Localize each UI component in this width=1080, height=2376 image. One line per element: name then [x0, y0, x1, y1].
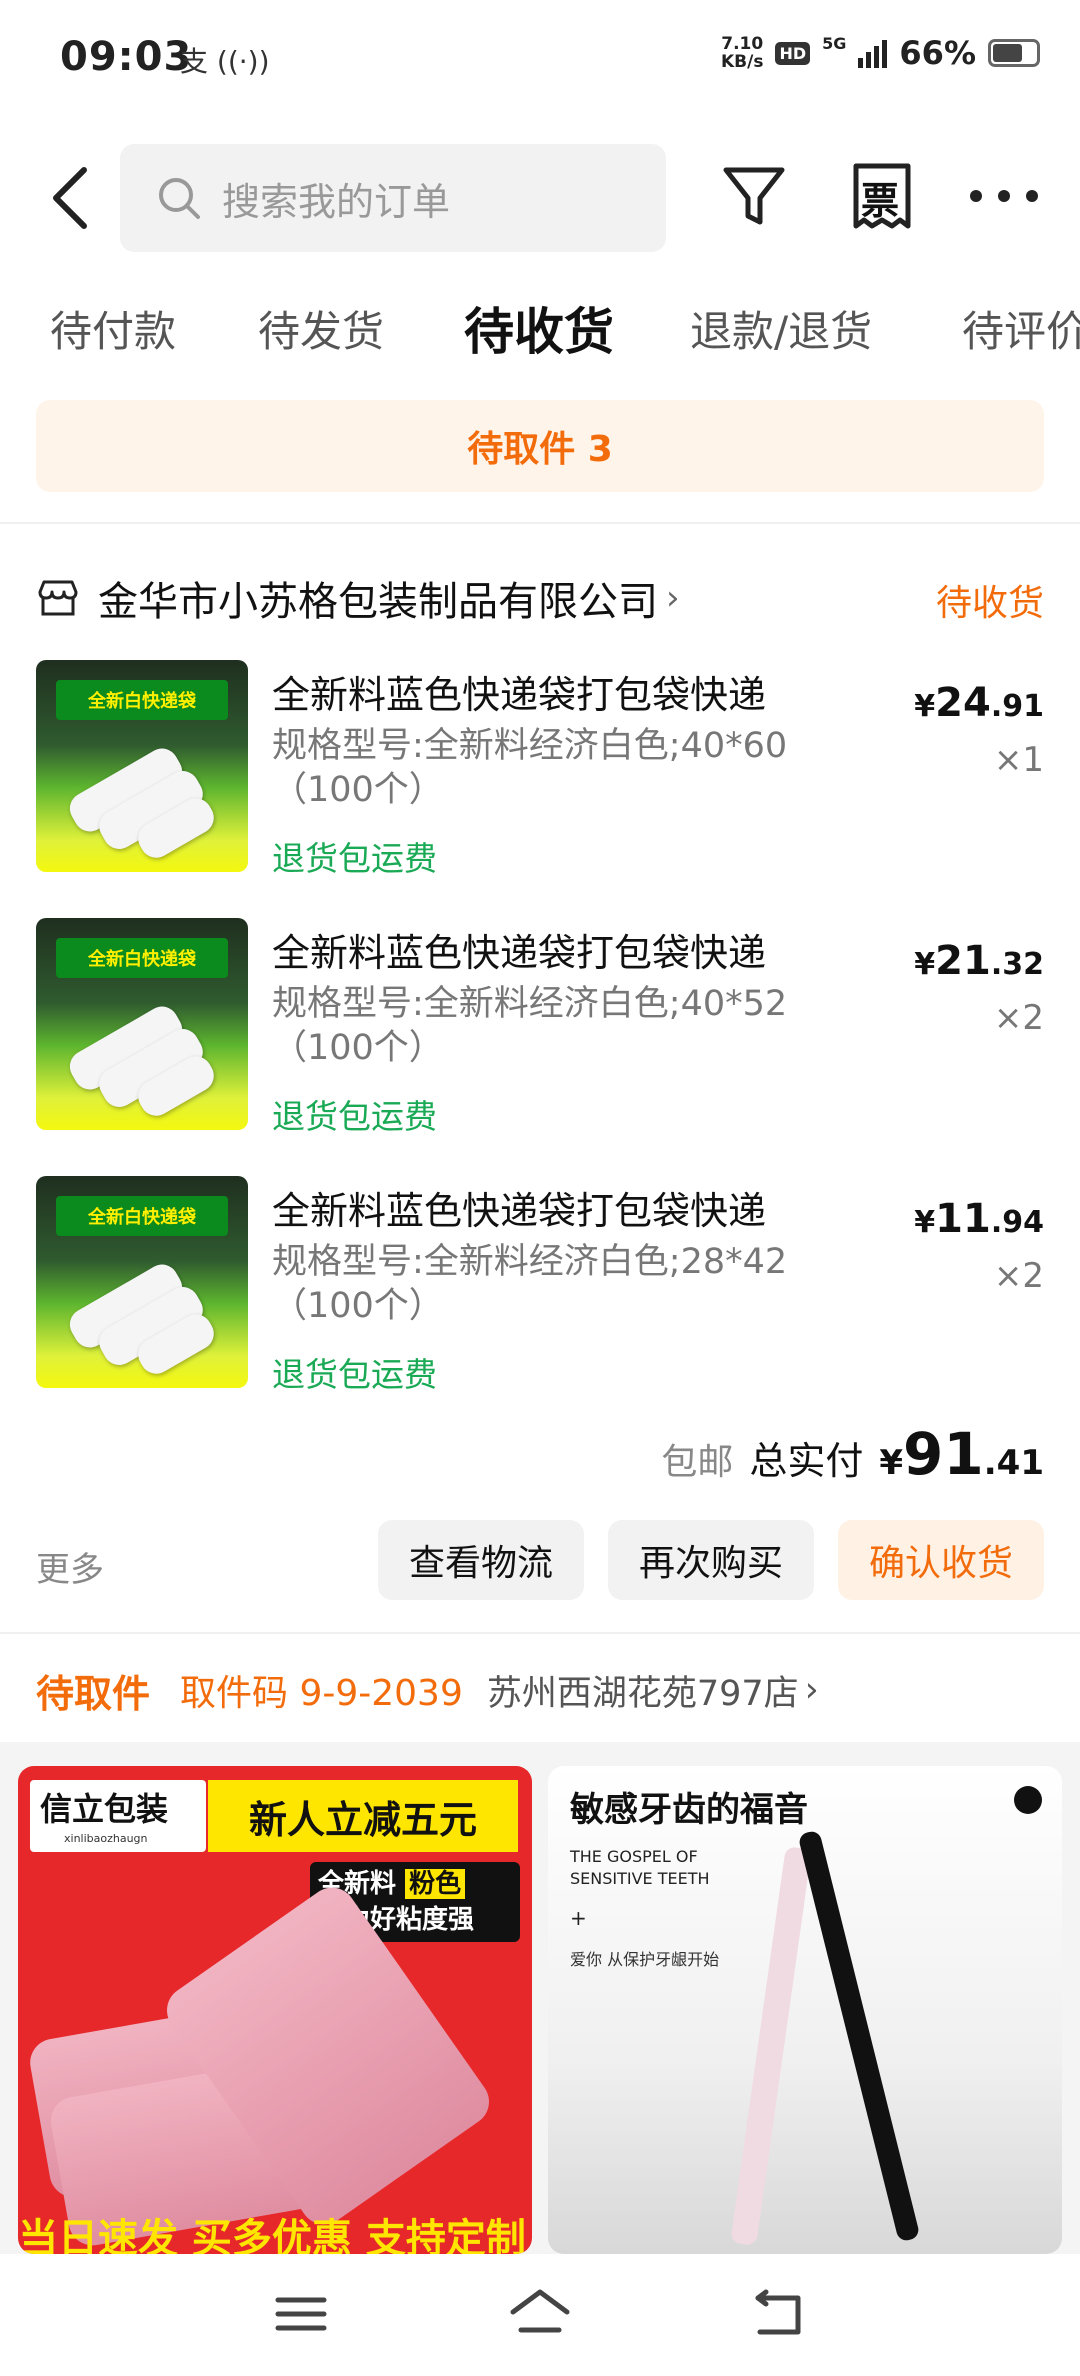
pickup-store: 苏州西湖花苑797店	[486, 1673, 799, 1714]
menu-icon[interactable]	[266, 2284, 336, 2344]
tab-pending-receipt[interactable]: 待收货	[464, 292, 614, 364]
item-price: ¥24.91	[914, 680, 1044, 726]
pickup-banner-label: 待取件 3	[467, 429, 613, 470]
item-title: 全新料蓝色快递袋打包袋快递	[272, 1189, 767, 1233]
item-title: 全新料蓝色快递袋打包袋快递	[272, 673, 767, 717]
divider	[0, 522, 1080, 524]
store-icon	[38, 580, 78, 616]
search-placeholder: 搜索我的订单	[222, 179, 451, 224]
back-icon[interactable]	[744, 2284, 814, 2344]
network-speed-unit: KB/s	[721, 52, 764, 72]
tab-pending-review[interactable]: 待评价	[962, 298, 1080, 359]
order-tabs: 待付款 待发货 待收货 退款/退货 待评价	[0, 274, 1080, 394]
free-shipping-label: 包邮	[661, 1442, 734, 1483]
product-thumbnail: 全新白快递袋	[36, 1176, 248, 1388]
product-thumbnail: 全新白快递袋	[36, 918, 248, 1130]
view-logistics-button[interactable]: 查看物流	[378, 1520, 584, 1600]
plus-glyph: +	[570, 1906, 587, 1930]
status-notification-icons: 支 ((·))	[180, 45, 270, 78]
buy-again-button[interactable]: 再次购买	[608, 1520, 814, 1600]
status-time: 09:03	[60, 34, 193, 80]
chevron-right-icon: ›	[804, 1670, 819, 1710]
thumbnail-caption: 全新白快递袋	[56, 1196, 228, 1236]
recommendation-card[interactable]: 信立包装 xinlibaozhaugn 新人立减五元 全新料 粉色 拉力好粘度强…	[18, 1766, 532, 2254]
product-subline: 爱你 从保护牙龈开始	[570, 1950, 720, 1969]
battery-percent: 66%	[899, 34, 976, 72]
shop-row[interactable]: 金华市小苏格包装制品有限公司 › 待收货	[36, 560, 1044, 636]
product-headline: 敏感牙齿的福音	[570, 1790, 808, 1830]
shop-name: 金华市小苏格包装制品有限公司	[98, 579, 658, 625]
status-bar: 09:03 支 ((·)) 7.10 KB/s HD 5G 66%	[0, 0, 1080, 118]
invoice-icon[interactable]: 票	[844, 158, 920, 234]
back-arrow-icon[interactable]	[40, 160, 100, 236]
toothbrush-image	[730, 1846, 812, 2246]
header: 搜索我的订单 票	[0, 118, 1080, 274]
more-icon[interactable]	[966, 158, 1042, 234]
network-speed: 7.10 KB/s	[721, 35, 763, 71]
order-item[interactable]: 全新白快递袋 全新料蓝色快递袋打包袋快递 规格型号:全新料经济白色;40*60（…	[36, 660, 1044, 882]
system-nav-bar	[0, 2254, 1080, 2376]
item-price: ¥11.94	[914, 1196, 1044, 1242]
brand-logo-icon	[1014, 1786, 1042, 1814]
product-tagline: THE GOSPEL OF SENSITIVE TEETH	[570, 1847, 710, 1888]
item-quantity: ×2	[993, 1256, 1044, 1296]
tab-pending-payment[interactable]: 待付款	[50, 298, 176, 359]
tab-refund-return[interactable]: 退款/退货	[690, 298, 872, 359]
network-speed-value: 7.10	[721, 34, 764, 54]
promo-badge: 新人立减五元	[208, 1780, 518, 1852]
hd-icon: HD	[775, 41, 811, 65]
brand-logo: 信立包装 xinlibaozhaugn	[30, 1780, 206, 1852]
signal-icon	[858, 38, 888, 68]
promo-bottom-text: 当日速发 买多优惠 支持定制	[18, 2216, 526, 2254]
pickup-banner[interactable]: 待取件 3	[36, 400, 1044, 492]
product-thumbnail: 全新白快递袋	[36, 660, 248, 872]
pickup-info-row[interactable]: 待取件 取件码 9-9-2039 苏州西湖花苑797店 ›	[36, 1660, 1044, 1720]
more-button[interactable]: 更多	[36, 1542, 104, 1591]
status-right-group: 7.10 KB/s HD 5G 66%	[721, 34, 1040, 72]
divider	[0, 1632, 1080, 1634]
thumbnail-caption: 全新白快递袋	[56, 680, 228, 720]
search-input[interactable]: 搜索我的订单	[120, 144, 666, 252]
item-quantity: ×1	[993, 740, 1044, 780]
total-amount: ¥91.41	[879, 1420, 1044, 1488]
return-shipping-tag: 退货包运费	[272, 839, 437, 878]
item-spec: 规格型号:全新料经济白色;28*42（100个）	[272, 1242, 788, 1326]
return-shipping-tag: 退货包运费	[272, 1355, 437, 1394]
network-type: 5G	[822, 34, 847, 53]
confirm-receipt-button[interactable]: 确认收货	[838, 1520, 1044, 1600]
item-spec: 规格型号:全新料经济白色;40*52（100个）	[272, 984, 788, 1068]
total-label: 总实付	[749, 1439, 864, 1483]
thumbnail-caption: 全新白快递袋	[56, 938, 228, 978]
item-price: ¥21.32	[914, 938, 1044, 984]
invoice-glyph: 票	[861, 179, 900, 223]
recommendation-card[interactable]: 敏感牙齿的福音 THE GOSPEL OF SENSITIVE TEETH + …	[548, 1766, 1062, 2254]
toothbrush-image	[797, 1829, 921, 2243]
item-spec: 规格型号:全新料经济白色;40*60（100个）	[272, 726, 788, 810]
tab-pending-shipment[interactable]: 待发货	[258, 298, 384, 359]
order-total: 包邮 总实付 ¥91.41	[661, 1420, 1044, 1488]
order-item[interactable]: 全新白快递袋 全新料蓝色快递袋打包袋快递 规格型号:全新料经济白色;28*42（…	[36, 1176, 1044, 1398]
order-status: 待收货	[935, 583, 1044, 624]
chevron-right-icon: ›	[666, 578, 680, 618]
pickup-code: 取件码 9-9-2039	[180, 1673, 463, 1714]
search-icon	[159, 178, 200, 219]
item-title: 全新料蓝色快递袋打包袋快递	[272, 931, 767, 975]
filter-icon[interactable]	[716, 158, 792, 234]
item-quantity: ×2	[993, 998, 1044, 1038]
battery-icon	[988, 39, 1040, 67]
order-item[interactable]: 全新白快递袋 全新料蓝色快递袋打包袋快递 规格型号:全新料经济白色;40*52（…	[36, 918, 1044, 1140]
return-shipping-tag: 退货包运费	[272, 1097, 437, 1136]
pickup-status: 待取件	[36, 1671, 151, 1716]
home-icon[interactable]	[505, 2284, 575, 2344]
